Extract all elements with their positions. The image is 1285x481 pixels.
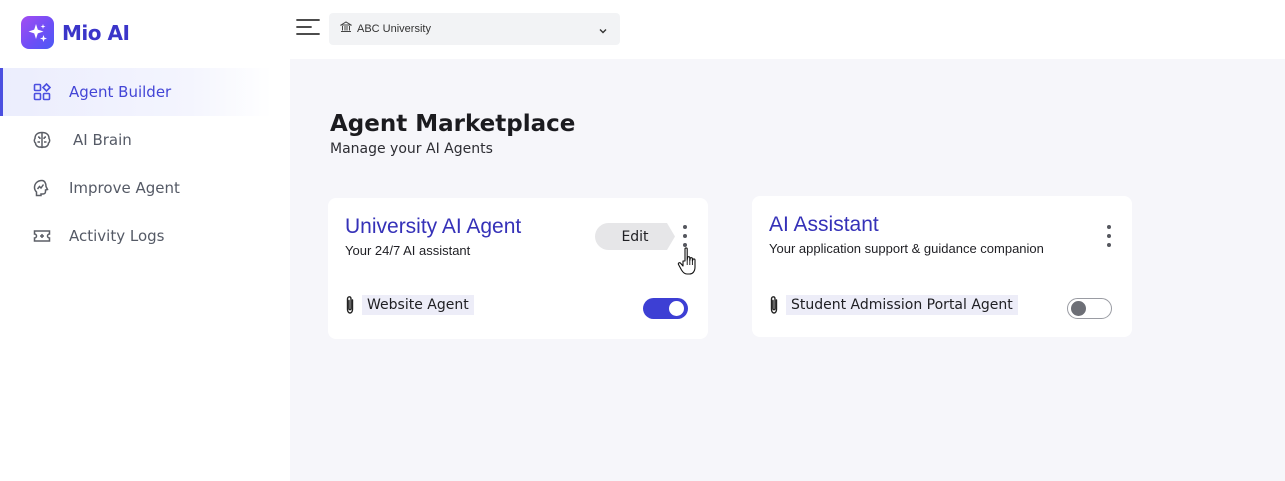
edit-button[interactable]: Edit — [595, 223, 675, 250]
sparkle-icon — [21, 16, 54, 49]
brand[interactable]: Mio AI — [21, 16, 130, 49]
top-header: ABC University — [290, 0, 1285, 59]
sidebar: Mio AI Agent Builder AI Brain Improve Ag… — [0, 0, 290, 481]
agent-card-title[interactable]: University AI Agent — [345, 215, 521, 239]
sidebar-item-label: Agent Builder — [69, 83, 172, 101]
hand-cursor-icon — [677, 246, 701, 280]
agent-type-label: Website Agent — [362, 295, 474, 315]
brain-icon — [31, 129, 53, 151]
agent-type-tag: Student Admission Portal Agent — [768, 295, 1018, 315]
paperclip-icon — [344, 295, 356, 315]
agent-type-label: Student Admission Portal Agent — [786, 295, 1018, 315]
agent-card: AI Assistant Your application support & … — [752, 196, 1132, 337]
sidebar-item-agent-builder[interactable]: Agent Builder — [0, 68, 272, 116]
organization-select[interactable]: ABC University — [329, 13, 620, 45]
sidebar-item-label: AI Brain — [73, 131, 132, 149]
sidebar-item-activity-logs[interactable]: Activity Logs — [0, 212, 272, 260]
paperclip-icon — [768, 295, 780, 315]
institution-icon — [339, 20, 353, 38]
agent-enabled-toggle[interactable] — [643, 298, 688, 319]
sidebar-item-improve-agent[interactable]: Improve Agent — [0, 164, 272, 212]
page-title: Agent Marketplace — [330, 111, 576, 137]
toggle-knob — [669, 301, 684, 316]
chart-up-icon — [31, 177, 53, 199]
grid-apps-icon — [31, 81, 53, 103]
agent-card-description: Your 24/7 AI assistant — [345, 243, 471, 258]
hamburger-menu-icon[interactable] — [296, 18, 320, 38]
organization-select-value: ABC University — [357, 23, 431, 35]
ticket-icon — [31, 225, 53, 247]
sidebar-item-label: Improve Agent — [69, 179, 180, 197]
app-root: Mio AI Agent Builder AI Brain Improve Ag… — [0, 0, 1285, 481]
more-options-icon[interactable] — [678, 225, 692, 247]
agent-card: University AI Agent Your 24/7 AI assista… — [328, 198, 708, 339]
sidebar-item-ai-brain[interactable]: AI Brain — [0, 116, 272, 164]
agent-card-description: Your application support & guidance comp… — [769, 241, 1044, 256]
main-content: Agent Marketplace Manage your AI Agents … — [290, 59, 1285, 481]
more-options-icon[interactable] — [1102, 225, 1116, 247]
agent-type-tag: Website Agent — [344, 295, 474, 315]
sidebar-item-label: Activity Logs — [69, 227, 165, 245]
sidebar-nav: Agent Builder AI Brain Improve Agent Act… — [0, 68, 272, 260]
agent-card-title[interactable]: AI Assistant — [769, 213, 879, 237]
agent-enabled-toggle[interactable] — [1067, 298, 1112, 319]
chevron-down-icon — [598, 23, 608, 41]
brand-name: Mio AI — [62, 20, 130, 45]
page-subtitle: Manage your AI Agents — [330, 141, 493, 157]
toggle-knob — [1071, 301, 1086, 316]
